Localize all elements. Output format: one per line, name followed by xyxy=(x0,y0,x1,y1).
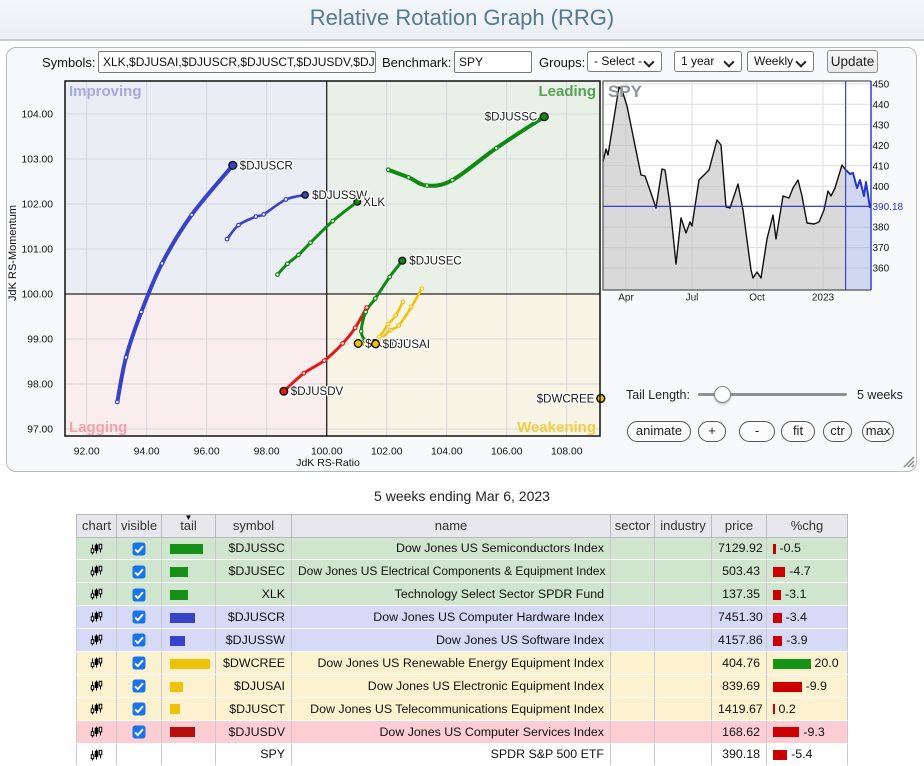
svg-text:102.00: 102.00 xyxy=(22,200,54,211)
svg-text:370: 370 xyxy=(873,243,890,254)
svg-text:106.00: 106.00 xyxy=(491,447,523,458)
svg-text:Apr: Apr xyxy=(618,293,634,304)
svg-text:$DJUSSC: $DJUSSC xyxy=(485,112,537,124)
svg-text:99.00: 99.00 xyxy=(27,335,53,346)
svg-text:102.00: 102.00 xyxy=(371,447,403,458)
svg-text:100.00: 100.00 xyxy=(311,447,343,458)
svg-text:92.00: 92.00 xyxy=(74,447,100,458)
svg-text:103.00: 103.00 xyxy=(22,155,54,166)
svg-text:JdK RS-Ratio: JdK RS-Ratio xyxy=(296,457,360,469)
svg-text:104.00: 104.00 xyxy=(431,447,463,458)
svg-text:Improving: Improving xyxy=(69,83,142,100)
svg-text:450: 450 xyxy=(873,79,890,90)
svg-text:$DJUSAI: $DJUSAI xyxy=(383,339,430,351)
svg-text:400: 400 xyxy=(873,182,890,193)
svg-text:96.00: 96.00 xyxy=(194,447,220,458)
svg-text:430: 430 xyxy=(873,120,890,131)
svg-text:Leading: Leading xyxy=(538,83,596,100)
svg-text:2023: 2023 xyxy=(812,293,835,304)
svg-text:SPY: SPY xyxy=(608,82,643,101)
svg-text:380: 380 xyxy=(873,223,890,234)
svg-text:XLK: XLK xyxy=(363,197,385,209)
svg-text:101.00: 101.00 xyxy=(22,245,54,256)
svg-text:Oct: Oct xyxy=(749,293,765,304)
svg-text:360: 360 xyxy=(873,264,890,275)
svg-text:Jul: Jul xyxy=(686,293,699,304)
svg-text:94.00: 94.00 xyxy=(134,447,160,458)
svg-text:98.00: 98.00 xyxy=(254,447,280,458)
svg-text:410: 410 xyxy=(873,161,890,172)
svg-text:440: 440 xyxy=(873,100,890,111)
svg-text:108.00: 108.00 xyxy=(551,447,583,458)
svg-text:JdK RS-Momentum: JdK RS-Momentum xyxy=(7,205,19,301)
svg-text:100.00: 100.00 xyxy=(22,290,54,301)
svg-text:420: 420 xyxy=(873,141,890,152)
svg-text:$DJUSCR: $DJUSCR xyxy=(240,160,293,172)
svg-text:$DJUSEC: $DJUSEC xyxy=(409,256,461,268)
svg-text:$DJUSSW: $DJUSSW xyxy=(312,190,367,202)
svg-text:390.18: 390.18 xyxy=(873,202,904,213)
svg-text:104.00: 104.00 xyxy=(22,110,54,121)
